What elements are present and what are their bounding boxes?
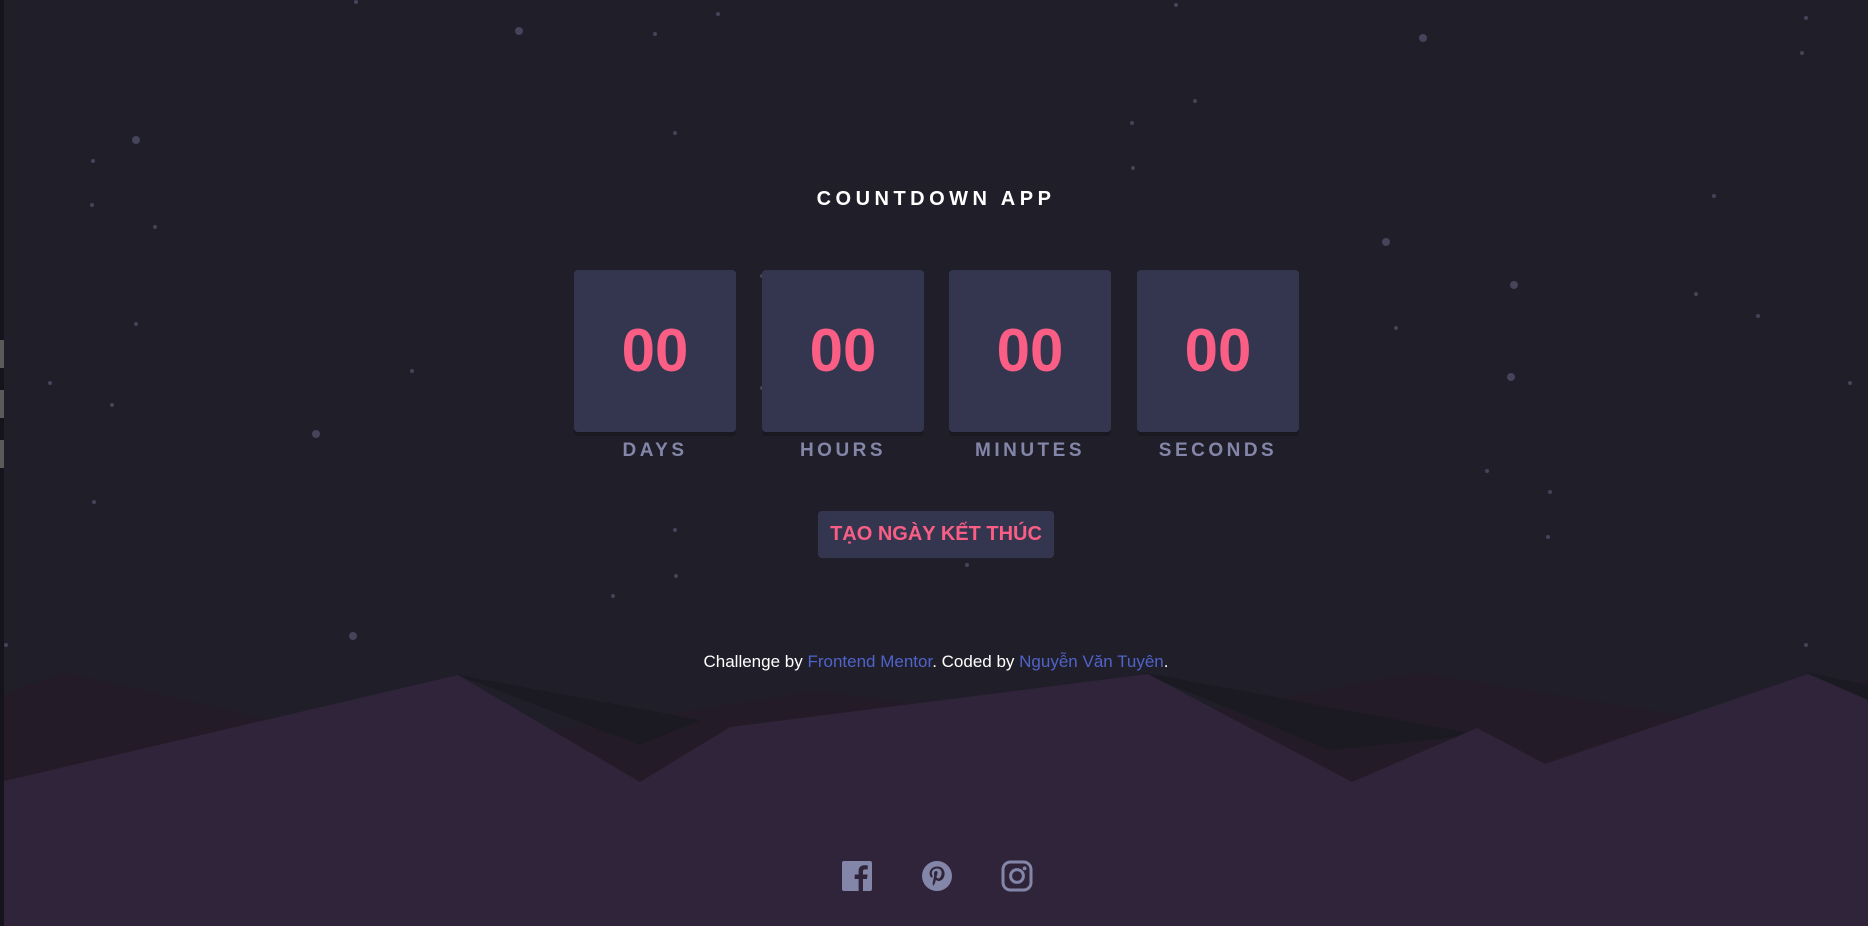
countdown-minutes: 00 MINUTES: [949, 270, 1111, 462]
days-card: 00: [574, 270, 736, 432]
instagram-icon[interactable]: [1001, 860, 1033, 892]
page-title: COUNTDOWN APP: [816, 188, 1056, 210]
countdown-page: COUNTDOWN APP 00 DAYS 00 HOURS 00 MINUTE…: [0, 0, 1868, 926]
attribution-middle: . Coded by: [932, 652, 1020, 671]
seconds-card: 00: [1137, 270, 1299, 432]
attribution: Challenge by Frontend Mentor. Coded by N…: [0, 652, 1868, 672]
mountains-background: [0, 672, 1868, 926]
hours-value: 00: [809, 317, 877, 384]
seconds-label: SECONDS: [1158, 440, 1278, 461]
countdown-days: 00 DAYS: [574, 270, 736, 462]
left-edge-tab: [0, 340, 4, 368]
attribution-suffix: .: [1163, 652, 1169, 671]
frontend-mentor-link[interactable]: Frontend Mentor: [807, 652, 932, 671]
countdown-hours: 00 HOURS: [762, 270, 924, 462]
minutes-label: MINUTES: [975, 440, 1085, 461]
left-edge-tab: [0, 390, 4, 418]
attribution-prefix: Challenge by: [703, 652, 808, 671]
left-edge-tab: [0, 440, 4, 468]
hours-card: 00: [762, 270, 924, 432]
countdown-seconds: 00 SECONDS: [1137, 270, 1299, 462]
minutes-card: 00: [949, 270, 1111, 432]
facebook-icon[interactable]: [841, 860, 873, 892]
days-value: 00: [621, 317, 689, 384]
days-label: DAYS: [622, 440, 688, 461]
author-link[interactable]: Nguyễn Văn Tuyên: [1019, 652, 1164, 671]
minutes-value: 00: [996, 317, 1064, 384]
set-end-date-button[interactable]: TẠO NGÀY KẾT THÚC: [818, 511, 1054, 558]
seconds-value: 00: [1184, 317, 1252, 384]
pinterest-icon[interactable]: [921, 860, 953, 892]
hours-label: HOURS: [799, 440, 887, 461]
